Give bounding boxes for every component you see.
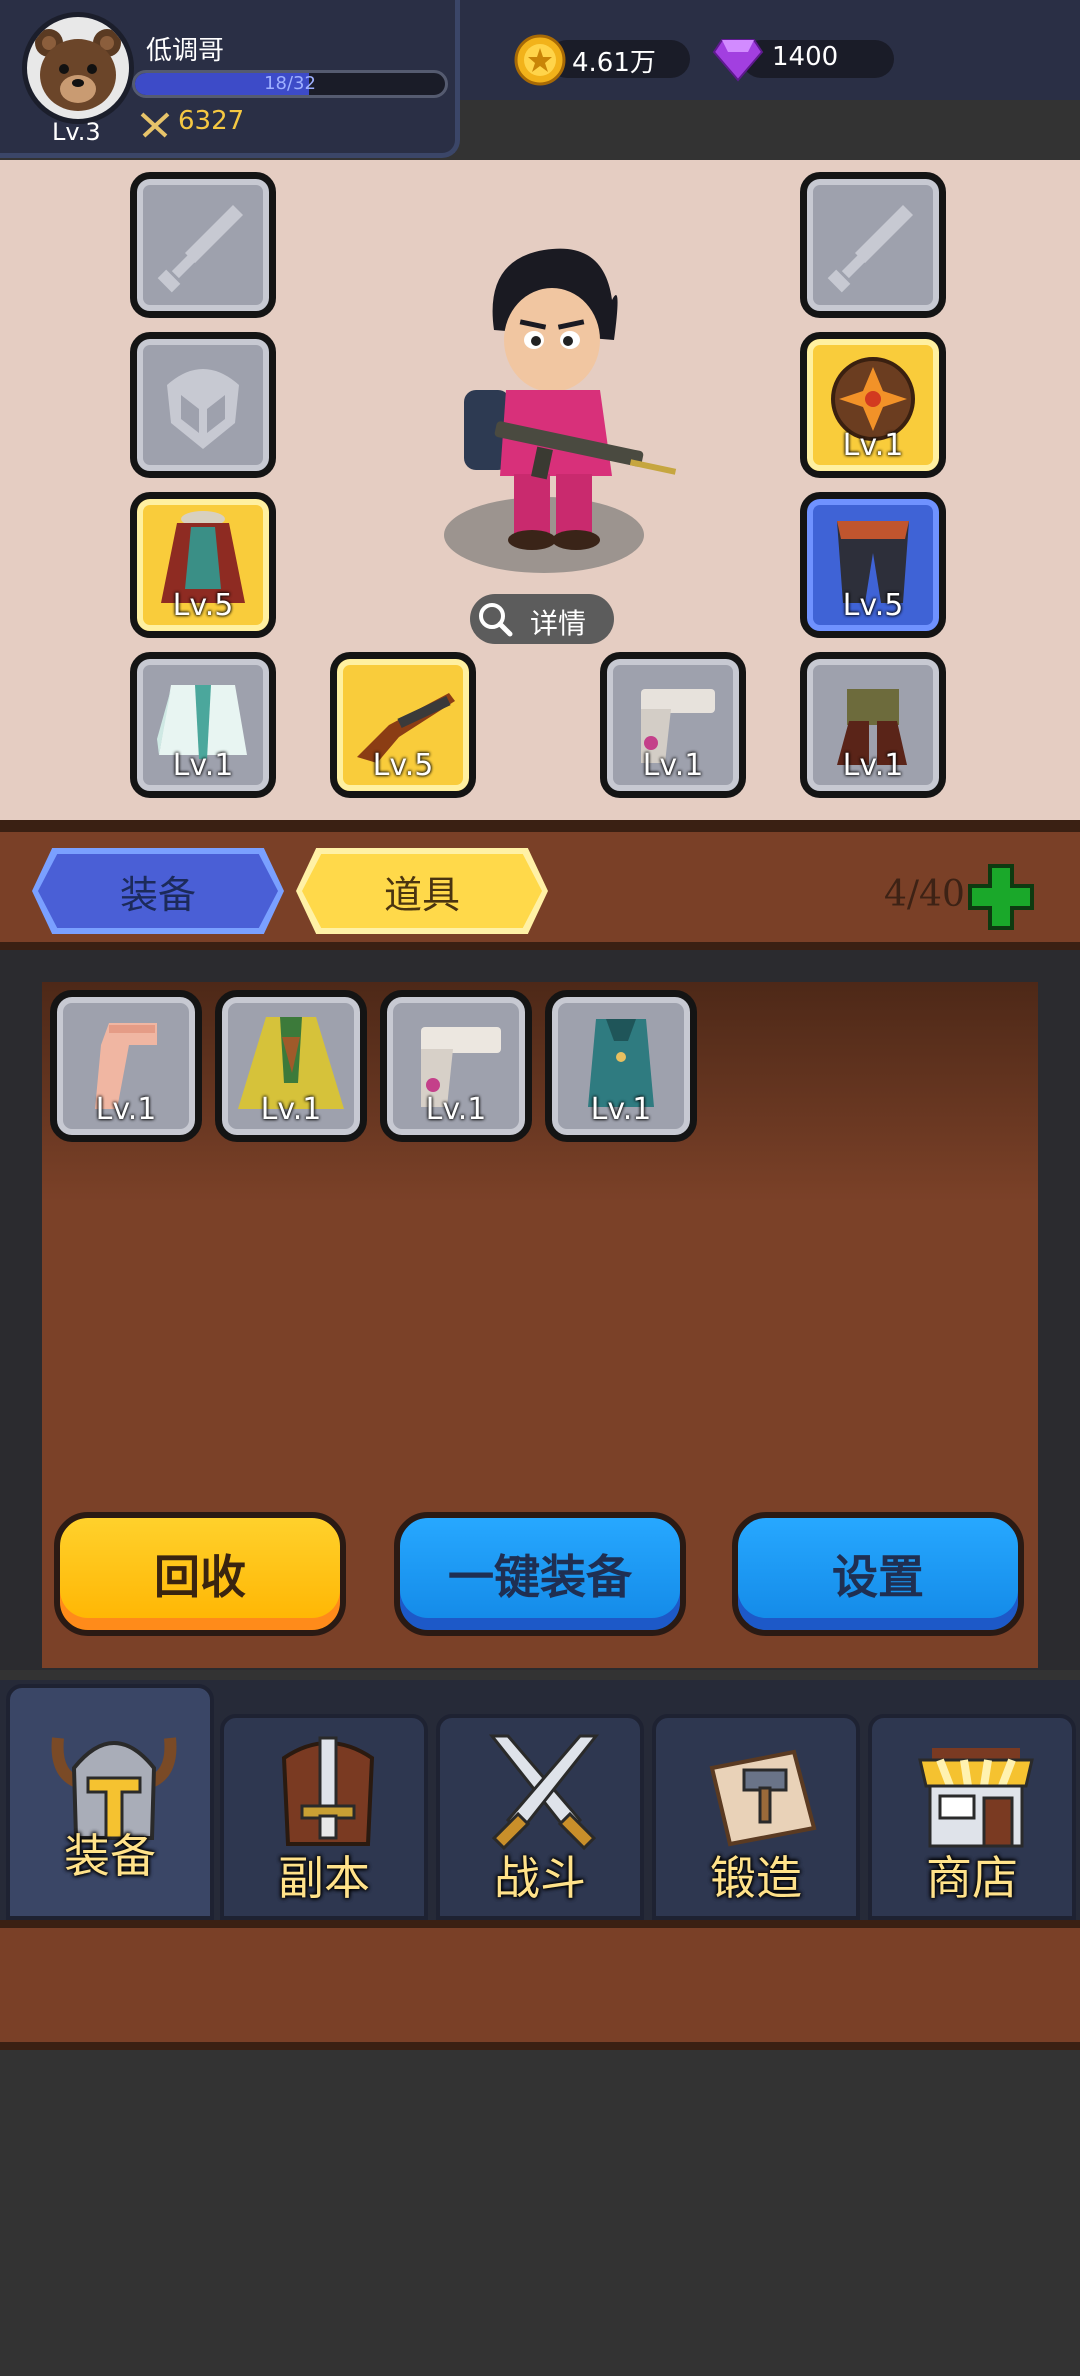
player-panel: Lv.3 低调哥 18/32 6327 — [0, 0, 460, 158]
helmet-icon — [167, 369, 239, 449]
boots-slot[interactable]: Lv.1 — [800, 652, 946, 798]
magnifier-icon — [479, 603, 513, 637]
dungeon-sword-icon — [281, 1736, 375, 1846]
tab-items[interactable]: 道具 — [296, 848, 548, 934]
weapon-slot-empty[interactable] — [130, 172, 276, 318]
slot-level: Lv.1 — [642, 748, 704, 783]
nav-shop-label: 商店 — [926, 1851, 1018, 1905]
auto-equip-button[interactable]: 一键装备 — [394, 1512, 686, 1636]
bottom-band — [0, 1920, 1080, 2050]
inventory-capacity: 4/40 — [884, 874, 965, 915]
gem-display: 1400 — [742, 40, 894, 78]
diamond-icon — [712, 39, 764, 82]
item-level: Lv.1 — [95, 1092, 157, 1127]
detail-label: 详情 — [530, 607, 587, 640]
slot-level: Lv.1 — [842, 428, 904, 463]
sword-icon — [827, 205, 913, 293]
recycle-button[interactable]: 回收 — [54, 1512, 346, 1636]
player-level: Lv.3 — [52, 118, 101, 146]
power-value: 6327 — [178, 106, 245, 136]
crossed-swords-icon — [140, 112, 170, 138]
shop-icon — [918, 1748, 1034, 1848]
tab-items-label: 道具 — [302, 854, 542, 928]
pants-slot[interactable]: Lv.5 — [800, 492, 946, 638]
tab-equipment[interactable]: 装备 — [32, 848, 284, 934]
inventory-item[interactable]: Lv.1 — [380, 990, 532, 1142]
weapon-slot-right-empty[interactable] — [800, 172, 946, 318]
slot-level: Lv.5 — [842, 588, 904, 623]
nav-dungeon[interactable]: 副本 — [220, 1714, 428, 1920]
item-level: Lv.1 — [425, 1092, 487, 1127]
nav-equipment[interactable]: 装备 — [6, 1684, 214, 1920]
jacket-slot[interactable]: Lv.1 — [130, 652, 276, 798]
player-name: 低调哥 — [146, 36, 225, 66]
inventory-item[interactable]: Lv.1 — [545, 990, 697, 1142]
xp-bar: 18/32 — [132, 70, 448, 98]
nav-forge-label: 锻造 — [710, 1851, 802, 1905]
cloak-slot[interactable]: Lv.5 — [130, 492, 276, 638]
helmet-slot-empty[interactable] — [130, 332, 276, 478]
nav-forge[interactable]: 锻造 — [652, 1714, 860, 1920]
plus-icon[interactable] — [966, 862, 1036, 932]
inventory-item[interactable]: Lv.1 — [50, 990, 202, 1142]
character-sprite[interactable] — [444, 240, 694, 550]
slot-level: Lv.5 — [372, 748, 434, 783]
settings-button[interactable]: 设置 — [732, 1512, 1024, 1636]
slot-level: Lv.1 — [842, 748, 904, 783]
inventory-tab-bar: 装备 道具 4/40 — [0, 820, 1080, 950]
item-level: Lv.1 — [590, 1092, 652, 1127]
gold-coin-icon — [514, 34, 566, 86]
item-level: Lv.1 — [260, 1092, 322, 1127]
gold-display: 4.61万 — [548, 40, 690, 78]
sword-icon — [157, 205, 243, 293]
forge-scroll-icon — [709, 1749, 817, 1847]
battle-swords-icon — [488, 1734, 600, 1851]
avatar[interactable] — [22, 12, 134, 124]
slot-level: Lv.1 — [172, 748, 234, 783]
nav-battle-label: 战斗 — [494, 1851, 586, 1905]
nav-equipment-label: 装备 — [64, 1829, 156, 1883]
nav-battle[interactable]: 战斗 — [436, 1714, 644, 1920]
slot-level: Lv.5 — [172, 588, 234, 623]
shield-slot[interactable]: Lv.1 — [800, 332, 946, 478]
xp-text: 18/32 — [264, 73, 316, 94]
pistol-slot[interactable]: Lv.1 — [600, 652, 746, 798]
inventory-item[interactable]: Lv.1 — [215, 990, 367, 1142]
gem-amount: 1400 — [772, 42, 839, 72]
detail-button[interactable]: 详情 — [470, 594, 614, 644]
nav-dungeon-label: 副本 — [278, 1851, 370, 1905]
rifle-slot[interactable]: Lv.5 — [330, 652, 476, 798]
tab-equipment-label: 装备 — [38, 854, 278, 928]
gold-amount: 4.61万 — [572, 48, 656, 78]
nav-shop[interactable]: 商店 — [868, 1714, 1076, 1920]
